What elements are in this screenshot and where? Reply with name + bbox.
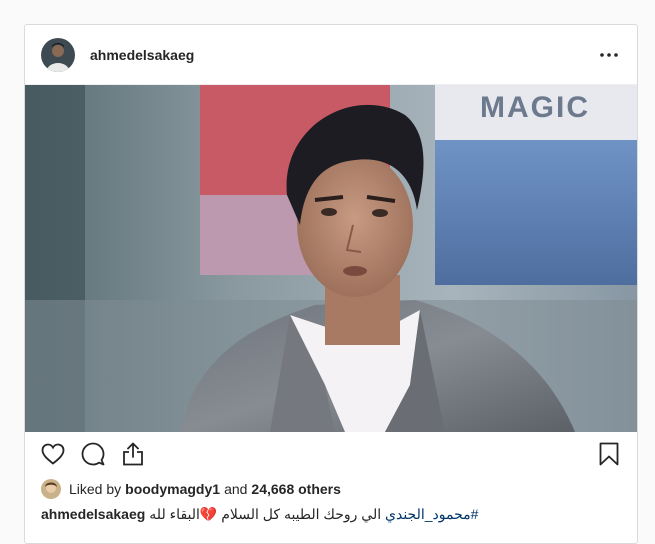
likes-prefix: Liked by	[69, 481, 122, 497]
avatar-image	[41, 37, 75, 72]
likes-conjunction: and	[224, 481, 248, 497]
comment-icon	[81, 442, 105, 466]
author-username[interactable]: ahmedelsakaeg	[90, 47, 597, 63]
save-button[interactable]	[595, 440, 623, 468]
caption-text: الي روحك الطيبه كل السلام 💔البقاء لله	[149, 506, 382, 522]
caption-row: ahmedelsakaeg #محمود_الجندي الي روحك الط…	[25, 502, 637, 527]
likes-row: Liked by boodymagdy1 and 24,668 others	[25, 476, 637, 502]
liker-avatar[interactable]	[41, 479, 61, 499]
share-icon	[123, 442, 143, 466]
likes-others-count[interactable]: 24,668 others	[251, 481, 341, 497]
svg-text:MAGIC: MAGIC	[480, 91, 590, 124]
comment-button[interactable]	[79, 440, 107, 468]
action-bar	[25, 432, 637, 476]
caption-text-wrapper: #محمود_الجندي الي روحك الطيبه كل السلام …	[149, 506, 478, 523]
instagram-post: ahmedelsakaeg MAGIC Liked by boodymagdy1…	[24, 24, 638, 544]
post-header: ahmedelsakaeg	[25, 25, 637, 85]
post-photo[interactable]: MAGIC	[25, 85, 637, 432]
caption-username[interactable]: ahmedelsakaeg	[41, 506, 145, 522]
share-button[interactable]	[119, 440, 147, 468]
heart-icon	[41, 443, 65, 465]
caption-hashtag[interactable]: #محمود_الجندي	[385, 506, 478, 522]
liker-username[interactable]: boodymagdy1	[125, 481, 220, 497]
more-options-icon[interactable]	[597, 43, 621, 67]
like-button[interactable]	[39, 440, 67, 468]
bookmark-icon	[599, 442, 619, 466]
author-avatar[interactable]	[41, 37, 75, 72]
